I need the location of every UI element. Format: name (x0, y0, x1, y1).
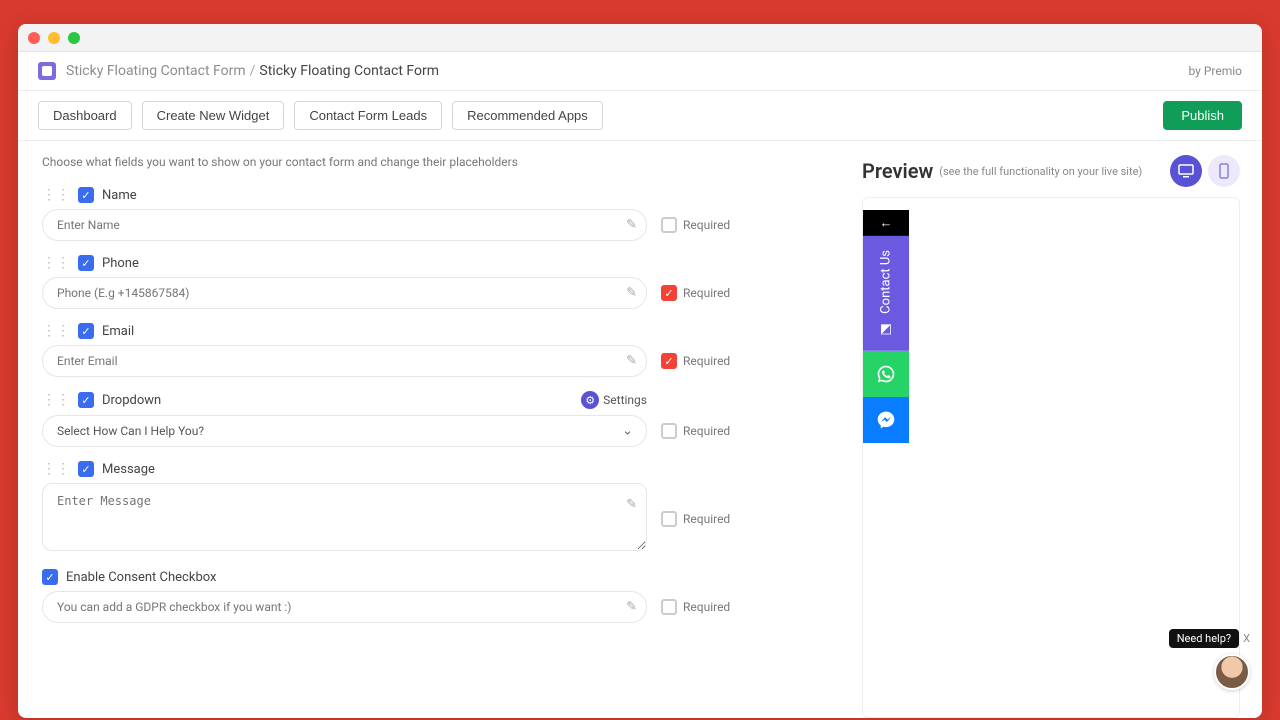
phone-placeholder-input[interactable] (42, 277, 647, 309)
whatsapp-icon (876, 364, 896, 384)
consent-label: Enable Consent Checkbox (66, 570, 216, 585)
maximize-window-icon[interactable] (68, 32, 80, 44)
drag-handle-icon[interactable]: ⋮⋮ (42, 255, 70, 271)
messenger-icon (876, 410, 896, 430)
pencil-icon[interactable]: ✎ (626, 218, 637, 233)
field-phone: ⋮⋮ Phone ✎ Required (42, 255, 838, 309)
pencil-icon[interactable]: ✎ (626, 600, 637, 615)
dashboard-button[interactable]: Dashboard (38, 101, 132, 130)
field-name: ⋮⋮ Name ✎ Required (42, 187, 838, 241)
support-avatar[interactable] (1214, 654, 1250, 690)
preview-subtitle: (see the full functionality on your live… (939, 165, 1142, 178)
widget-back-button[interactable]: ← (863, 210, 909, 236)
message-placeholder-textarea[interactable] (42, 483, 647, 551)
drag-handle-icon[interactable]: ⋮⋮ (42, 187, 70, 203)
contact-us-label: Contact Us (879, 250, 894, 314)
name-required-checkbox[interactable] (661, 217, 677, 233)
widget-contact-tab[interactable]: ◪ Contact Us (863, 236, 909, 351)
enable-name-checkbox[interactable] (78, 187, 94, 203)
help-bubble: Need help? X (1169, 629, 1250, 690)
enable-email-checkbox[interactable] (78, 323, 94, 339)
panel-description: Choose what fields you want to show on y… (42, 155, 838, 169)
arrow-left-icon: ← (880, 215, 893, 231)
desktop-icon (1178, 164, 1194, 178)
name-placeholder-input[interactable] (42, 209, 647, 241)
field-dropdown: ⋮⋮ Dropdown ⚙ Settings Select How Can I … (42, 391, 838, 447)
dropdown-placeholder-select[interactable]: Select How Can I Help You? (42, 415, 647, 447)
consent-placeholder-input[interactable] (42, 591, 647, 623)
breadcrumb-separator: / (250, 63, 256, 79)
contact-form-icon: ◪ (879, 322, 894, 337)
breadcrumb: Sticky Floating Contact Form / Sticky Fl… (18, 52, 1262, 91)
mobile-icon (1219, 163, 1229, 179)
gear-icon: ⚙ (581, 391, 599, 409)
publish-button[interactable]: Publish (1163, 101, 1242, 130)
drag-handle-icon[interactable]: ⋮⋮ (42, 323, 70, 339)
field-email: ⋮⋮ Email ✎ Required (42, 323, 838, 377)
mobile-preview-button[interactable] (1208, 155, 1240, 187)
floating-widget: ← ◪ Contact Us (863, 210, 909, 443)
minimize-window-icon[interactable] (48, 32, 60, 44)
preview-title: Preview (862, 159, 933, 183)
phone-required-label: Required (683, 286, 730, 300)
pencil-icon[interactable]: ✎ (626, 286, 637, 301)
phone-label: Phone (102, 256, 139, 271)
app-window: Sticky Floating Contact Form / Sticky Fl… (18, 24, 1262, 718)
widget-whatsapp-button[interactable] (863, 351, 909, 397)
name-required-label: Required (683, 218, 730, 232)
breadcrumb-app[interactable]: Sticky Floating Contact Form (66, 63, 246, 79)
drag-handle-icon[interactable]: ⋮⋮ (42, 461, 70, 477)
close-window-icon[interactable] (28, 32, 40, 44)
toolbar: Dashboard Create New Widget Contact Form… (18, 91, 1262, 141)
form-builder-panel: Choose what fields you want to show on y… (18, 141, 862, 718)
recommended-apps-button[interactable]: Recommended Apps (452, 101, 603, 130)
main-content: Choose what fields you want to show on y… (18, 141, 1262, 718)
dropdown-label: Dropdown (102, 393, 161, 408)
dropdown-required-label: Required (683, 424, 730, 438)
phone-required-checkbox[interactable] (661, 285, 677, 301)
create-widget-button[interactable]: Create New Widget (142, 101, 285, 130)
email-required-checkbox[interactable] (661, 353, 677, 369)
titlebar (18, 24, 1262, 52)
help-text: Need help? (1177, 632, 1231, 645)
enable-consent-checkbox[interactable] (42, 569, 58, 585)
pencil-icon[interactable]: ✎ (626, 497, 637, 512)
field-consent: Enable Consent Checkbox ✎ Required (42, 569, 838, 623)
consent-required-checkbox[interactable] (661, 599, 677, 615)
pencil-icon[interactable]: ✎ (626, 354, 637, 369)
name-label: Name (102, 188, 137, 203)
help-tooltip[interactable]: Need help? (1169, 629, 1239, 648)
email-required-label: Required (683, 354, 730, 368)
breadcrumb-current: Sticky Floating Contact Form (259, 63, 439, 79)
field-message: ⋮⋮ Message ✎ Required (42, 461, 838, 555)
dropdown-settings-button[interactable]: ⚙ Settings (581, 391, 647, 409)
help-close-button[interactable]: X (1243, 632, 1250, 645)
widget-messenger-button[interactable] (863, 397, 909, 443)
dropdown-required-checkbox[interactable] (661, 423, 677, 439)
settings-label: Settings (603, 393, 647, 407)
app-logo-icon (38, 62, 56, 80)
message-required-label: Required (683, 512, 730, 526)
by-line: by Premio (1188, 64, 1242, 78)
drag-handle-icon[interactable]: ⋮⋮ (42, 392, 70, 408)
enable-phone-checkbox[interactable] (78, 255, 94, 271)
message-required-checkbox[interactable] (661, 511, 677, 527)
desktop-preview-button[interactable] (1170, 155, 1202, 187)
enable-dropdown-checkbox[interactable] (78, 392, 94, 408)
message-label: Message (102, 462, 155, 477)
enable-message-checkbox[interactable] (78, 461, 94, 477)
consent-required-label: Required (683, 600, 730, 614)
contact-leads-button[interactable]: Contact Form Leads (294, 101, 442, 130)
email-label: Email (102, 324, 134, 339)
email-placeholder-input[interactable] (42, 345, 647, 377)
